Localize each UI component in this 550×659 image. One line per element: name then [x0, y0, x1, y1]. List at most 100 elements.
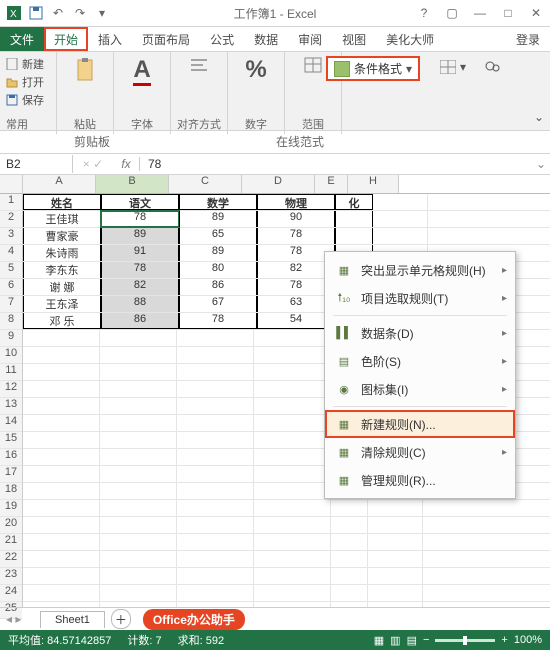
- select-all-corner[interactable]: [0, 175, 22, 194]
- cell[interactable]: [177, 534, 254, 550]
- cell[interactable]: [23, 568, 100, 584]
- cell[interactable]: [23, 381, 100, 397]
- cell[interactable]: 90: [257, 211, 335, 227]
- redo-icon[interactable]: ↷: [70, 3, 90, 23]
- row-header[interactable]: 17: [0, 466, 22, 483]
- cell[interactable]: [368, 517, 423, 533]
- cell[interactable]: 80: [179, 262, 257, 278]
- cell[interactable]: [335, 211, 373, 227]
- cell[interactable]: 78: [101, 211, 179, 227]
- maximize-icon[interactable]: □: [494, 2, 522, 24]
- cell[interactable]: [254, 568, 331, 584]
- row-header[interactable]: 2: [0, 211, 22, 228]
- menu-data-bars[interactable]: ▌▌数据条(D)▸: [325, 319, 515, 347]
- cell[interactable]: [254, 517, 331, 533]
- cell[interactable]: [23, 364, 100, 380]
- cell[interactable]: 91: [101, 245, 179, 261]
- cell[interactable]: [254, 551, 331, 567]
- row-header[interactable]: 11: [0, 364, 22, 381]
- cell[interactable]: [368, 568, 423, 584]
- cells-button[interactable]: ▾: [440, 60, 466, 74]
- cell[interactable]: [23, 347, 100, 363]
- cell[interactable]: [177, 517, 254, 533]
- cell[interactable]: [100, 500, 177, 516]
- tab-home[interactable]: 开始: [44, 27, 88, 51]
- row-header[interactable]: 13: [0, 398, 22, 415]
- cell[interactable]: [177, 415, 254, 431]
- cell[interactable]: [254, 432, 331, 448]
- cell[interactable]: [177, 398, 254, 414]
- row-header[interactable]: 22: [0, 551, 22, 568]
- cell[interactable]: [23, 432, 100, 448]
- row-header[interactable]: 20: [0, 517, 22, 534]
- cell[interactable]: [368, 551, 423, 567]
- cell[interactable]: [177, 568, 254, 584]
- menu-clear-rules[interactable]: ▦清除规则(C)▸: [325, 438, 515, 466]
- fx-icon[interactable]: fx: [113, 157, 140, 171]
- cell[interactable]: [177, 432, 254, 448]
- cell[interactable]: [100, 466, 177, 482]
- cell[interactable]: 78: [101, 262, 179, 278]
- clip-label[interactable]: 剪贴板: [74, 133, 110, 150]
- cell[interactable]: [177, 347, 254, 363]
- cmd-open[interactable]: 打开: [6, 74, 44, 90]
- cell[interactable]: [254, 398, 331, 414]
- formula-buttons[interactable]: × ✓: [73, 157, 113, 171]
- col-header[interactable]: C: [169, 175, 242, 193]
- cell[interactable]: [23, 449, 100, 465]
- row-header[interactable]: 12: [0, 381, 22, 398]
- cell[interactable]: 曹家豪: [23, 228, 101, 244]
- cell[interactable]: 姓名: [23, 194, 101, 210]
- close-icon[interactable]: ✕: [522, 2, 550, 24]
- zoom-out-icon[interactable]: −: [423, 634, 429, 646]
- cell[interactable]: 78: [257, 228, 335, 244]
- formula-expand-icon[interactable]: ⌄: [532, 157, 550, 171]
- cell[interactable]: 邓 乐: [23, 313, 101, 329]
- cell[interactable]: 65: [179, 228, 257, 244]
- save-icon[interactable]: [26, 3, 46, 23]
- cell[interactable]: 王佳琪: [23, 211, 101, 227]
- row-header[interactable]: 6: [0, 279, 22, 296]
- menu-top-rules[interactable]: 🠕₁₀项目选取规则(T)▸: [325, 284, 515, 312]
- cell[interactable]: [100, 347, 177, 363]
- cell[interactable]: [100, 517, 177, 533]
- view-break-icon[interactable]: ▤: [407, 634, 417, 647]
- cell[interactable]: [254, 483, 331, 499]
- row-header[interactable]: 24: [0, 585, 22, 602]
- cmd-new[interactable]: 新建: [6, 56, 44, 72]
- cell[interactable]: [254, 347, 331, 363]
- ribbon-expand-icon[interactable]: ⌄: [534, 110, 544, 124]
- tab-beautify[interactable]: 美化大师: [376, 27, 444, 51]
- cell[interactable]: [23, 483, 100, 499]
- cell[interactable]: [254, 381, 331, 397]
- row-header[interactable]: 10: [0, 347, 22, 364]
- column-headers[interactable]: ABCDEH: [23, 175, 550, 194]
- row-header[interactable]: 18: [0, 483, 22, 500]
- cmd-save[interactable]: 保存: [6, 92, 44, 108]
- cell[interactable]: [177, 449, 254, 465]
- row-header[interactable]: 4: [0, 245, 22, 262]
- cell[interactable]: [254, 449, 331, 465]
- cell[interactable]: [23, 551, 100, 567]
- cell[interactable]: [100, 330, 177, 346]
- tab-insert[interactable]: 插入: [88, 27, 132, 51]
- col-header[interactable]: B: [96, 175, 169, 193]
- row-header[interactable]: 1: [0, 194, 22, 211]
- cell[interactable]: 82: [101, 279, 179, 295]
- tab-review[interactable]: 审阅: [288, 27, 332, 51]
- row-headers[interactable]: 1234567891011121314151617181920212223242…: [0, 175, 23, 607]
- cell[interactable]: [254, 364, 331, 380]
- cell[interactable]: [23, 585, 100, 601]
- menu-icon-sets[interactable]: ◉图标集(I)▸: [325, 375, 515, 403]
- cell[interactable]: [177, 551, 254, 567]
- cell[interactable]: [254, 534, 331, 550]
- menu-new-rule[interactable]: ▦新建规则(N)...: [325, 410, 515, 438]
- cell[interactable]: [331, 500, 368, 516]
- cell[interactable]: [100, 398, 177, 414]
- cell[interactable]: [177, 585, 254, 601]
- cell[interactable]: 86: [101, 313, 179, 329]
- tab-login[interactable]: 登录: [506, 27, 550, 51]
- number-icon[interactable]: %: [245, 56, 266, 84]
- cell[interactable]: 数学: [179, 194, 257, 210]
- menu-highlight-rules[interactable]: ▦突出显示单元格规则(H)▸: [325, 256, 515, 284]
